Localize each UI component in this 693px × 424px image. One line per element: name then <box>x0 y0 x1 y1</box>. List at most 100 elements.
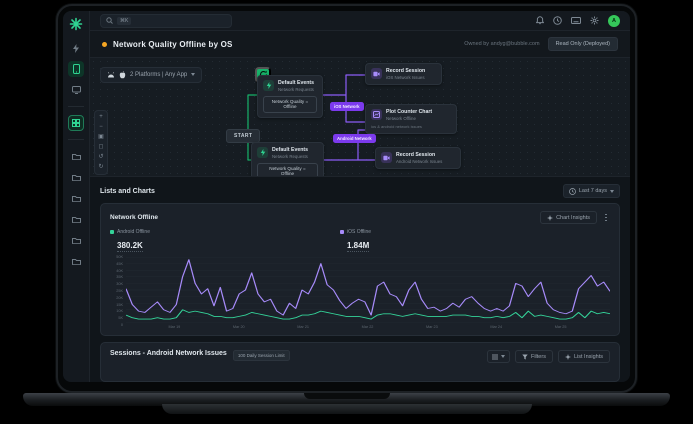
node-title: Default Events <box>272 147 308 153</box>
node-title: Plot Counter Chart <box>386 109 432 115</box>
chevron-down-icon <box>501 355 505 358</box>
fit-view-button[interactable]: ▣ <box>96 133 106 142</box>
sessions-title: Sessions - Android Network Issues <box>110 350 227 357</box>
edge-badge-ios: iOS Network <box>330 102 364 111</box>
sidebar-item-alerts[interactable] <box>68 40 84 56</box>
legend-label: iOS Offline <box>347 229 371 235</box>
x-axis-labels: Mar 19Mar 20Mar 21Mar 22Mar 23Mar 24Mar … <box>126 323 610 331</box>
y-tick-label: 0 <box>121 323 123 327</box>
flow-canvas[interactable]: 2 Platforms | Any App + − ▣ ◻ ↺ ↻ S <box>90 57 630 177</box>
events-icon <box>257 147 268 158</box>
bolt-icon <box>72 44 80 53</box>
sessions-list-card: Sessions - Android Network Issues 100 Da… <box>100 342 620 382</box>
list-insights-label: List Insights <box>574 354 603 360</box>
monitor-icon <box>72 86 81 94</box>
page-title: Network Quality Offline by OS <box>113 40 233 49</box>
page-header: Network Quality Offline by OS Owned by a… <box>90 31 630 57</box>
settings-gear-icon[interactable] <box>590 16 599 25</box>
network-offline-chart-card: Network Offline Chart Insights Android O… <box>100 203 620 336</box>
node-condition[interactable]: Network Quality = Offline <box>257 163 318 177</box>
chart-icon <box>371 109 382 120</box>
chart-insights-button[interactable]: Chart Insights <box>540 211 597 224</box>
laptop-base-notch <box>304 393 390 399</box>
search-input[interactable]: ⌘K <box>100 14 232 28</box>
events-icon <box>263 80 274 91</box>
node-subtitle: Android Network Issues <box>396 159 442 164</box>
sessions-limit-badge: 100 Daily Session Limit <box>233 350 290 361</box>
undo-button[interactable]: ↺ <box>96 153 106 162</box>
sidebar-folder-4[interactable] <box>68 211 84 227</box>
folder-icon <box>72 258 81 265</box>
read-only-button[interactable]: Read Only (Deployed) <box>548 37 618 51</box>
notifications-bell-icon[interactable] <box>536 16 544 25</box>
keyboard-icon[interactable] <box>571 17 581 24</box>
node-subtitle: iOS Network Issues <box>386 75 425 80</box>
sidebar-divider <box>68 139 84 140</box>
flow-node-event-top[interactable]: Default Events Network Requests Network … <box>257 75 323 118</box>
flow-node-plot-counter[interactable]: Plot Counter Chart Network Offline ios &… <box>365 104 457 134</box>
start-node[interactable]: START <box>226 129 260 143</box>
legend-value[interactable]: 1.84M <box>347 241 369 252</box>
y-tick-label: 40K <box>116 269 123 273</box>
canvas-toolbar: + − ▣ ◻ ↺ ↻ <box>94 110 108 175</box>
legend-dot-green <box>110 230 114 234</box>
sidebar-folder-5[interactable] <box>68 232 84 248</box>
sidebar-folder-1[interactable] <box>68 148 84 164</box>
flow-node-record-android[interactable]: Record Session Android Network Issues <box>375 147 461 169</box>
sidebar-folder-3[interactable] <box>68 190 84 206</box>
node-subtitle: Network Requests <box>272 154 308 159</box>
y-tick-label: 10K <box>116 309 123 313</box>
history-clock-icon[interactable] <box>553 16 562 25</box>
y-tick-label: 50K <box>116 255 123 259</box>
user-avatar[interactable]: A <box>608 15 620 27</box>
filters-button[interactable]: Filters <box>515 350 553 363</box>
sidebar <box>63 11 90 382</box>
series-ios-offline <box>126 260 610 315</box>
chart-menu-icon[interactable] <box>602 214 610 222</box>
laptop-mockup: ⌘K A Network Quality Offline by OS Owned… <box>0 0 693 424</box>
y-tick-label: 5K <box>118 316 123 320</box>
sidebar-item-devices[interactable] <box>68 82 84 98</box>
sidebar-folder-2[interactable] <box>68 169 84 185</box>
zoom-out-button[interactable]: − <box>96 123 106 132</box>
lock-button[interactable]: ◻ <box>96 143 106 152</box>
flow-grid-icon <box>72 119 80 127</box>
chart-insights-label: Chart Insights <box>556 215 590 221</box>
zoom-in-button[interactable]: + <box>96 113 106 122</box>
legend-value[interactable]: 380.2K <box>117 241 143 252</box>
clock-icon <box>569 188 576 195</box>
y-tick-label: 45K <box>116 262 123 266</box>
x-tick-label: Mar 20 <box>233 325 245 329</box>
sidebar-item-flows[interactable] <box>68 115 84 131</box>
node-subtitle: Network Requests <box>278 87 314 92</box>
record-session-icon <box>381 152 392 163</box>
chevron-down-icon <box>191 73 195 76</box>
platform-selector-label: 2 Platforms | Any App <box>130 72 187 78</box>
line-chart[interactable]: Mar 19Mar 20Mar 21Mar 22Mar 23Mar 24Mar … <box>126 257 610 331</box>
node-condition[interactable]: Network Quality = Offline <box>263 96 317 113</box>
platform-selector[interactable]: 2 Platforms | Any App <box>100 67 202 83</box>
node-title: Default Events <box>278 80 314 86</box>
date-range-label: Last 7 days <box>579 188 607 194</box>
chart-title: Network Offline <box>110 214 158 221</box>
list-insights-button[interactable]: List Insights <box>558 350 610 363</box>
view-select[interactable] <box>487 350 510 363</box>
owned-by-text: Owned by andyg@bubble.com <box>464 41 539 47</box>
sidebar-item-mobile[interactable] <box>68 61 84 77</box>
flow-node-record-ios[interactable]: Record Session iOS Network Issues <box>365 63 442 85</box>
search-shortcut: ⌘K <box>117 17 131 25</box>
folder-icon <box>72 174 81 181</box>
sidebar-folder-6[interactable] <box>68 253 84 269</box>
date-range-selector[interactable]: Last 7 days <box>563 184 620 198</box>
flow-node-event-bottom[interactable]: Default Events Network Requests Network … <box>251 142 324 177</box>
sparkle-icon <box>547 215 553 221</box>
y-tick-label: 20K <box>116 296 123 300</box>
section-title: Lists and Charts <box>100 188 155 195</box>
x-tick-label: Mar 22 <box>362 325 374 329</box>
legend-dot-purple <box>340 230 344 234</box>
legend-ios-offline: iOS Offline 1.84M <box>340 229 570 253</box>
app-window: ⌘K A Network Quality Offline by OS Owned… <box>63 11 630 382</box>
list-icon <box>492 354 498 360</box>
node-note: ios & android network issues <box>371 124 451 129</box>
redo-button[interactable]: ↻ <box>96 163 106 172</box>
